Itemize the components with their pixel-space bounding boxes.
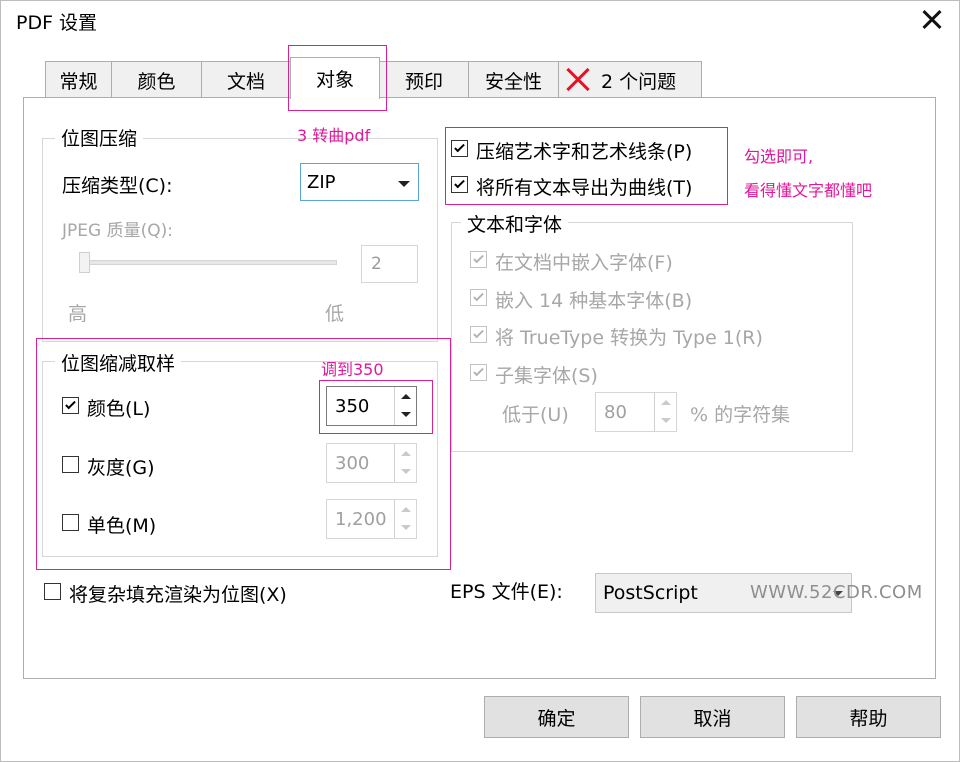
quality-high-label: 高 [68,303,88,325]
tab-document[interactable]: 文档 [201,61,291,98]
checkmark-icon [473,252,484,264]
subset-below-label: 低于(U) [502,404,569,426]
subset-fonts-checkbox[interactable] [470,364,487,381]
tab-color[interactable]: 颜色 [111,61,202,98]
eps-file-value: PostScript [603,582,698,604]
subset-threshold-value: 80 [604,401,627,423]
watermark: WWW.52CDR.COM [750,582,923,603]
subset-threshold-spinner[interactable]: 80 [595,392,677,432]
checkmark-icon [473,327,484,339]
jpeg-quality-slider-track[interactable] [82,260,337,265]
check-annotation-line1: 勾选即可, [744,147,814,166]
complex-fill-label: 将复杂填充渲染为位图(X) [69,584,287,606]
dialog-title: PDF 设置 [16,12,98,34]
help-button[interactable]: 帮助 [796,696,941,738]
spin-up-icon[interactable] [655,393,677,412]
close-icon[interactable] [914,2,950,38]
chevron-down-icon [398,181,410,187]
jpeg-quality-label: JPEG 质量(Q): [62,221,173,241]
cancel-button[interactable]: 取消 [640,696,785,738]
error-x-icon [563,66,591,94]
embed-base14-label: 嵌入 14 种基本字体(B) [495,290,693,312]
checkmark-icon [473,290,484,302]
jpeg-quality-value: 2 [371,254,382,274]
embed-base14-checkbox[interactable] [470,289,487,306]
tab-security[interactable]: 安全性 [468,61,559,98]
jpeg-quality-slider-thumb[interactable] [79,252,90,273]
complex-fill-checkbox[interactable] [44,583,61,600]
tab-general[interactable]: 常规 [45,61,112,98]
text-options-highlight [445,127,728,205]
eps-file-label: EPS 文件(E): [450,581,563,603]
bitmap-compression-title: 位图压缩 [55,124,144,151]
downsample-highlight [36,338,451,570]
truetype-to-type1-checkbox[interactable] [470,326,487,343]
check-annotation-line2: 看得懂文字都懂吧 [744,181,873,200]
tab-issues-label: 2 个问题 [601,70,677,93]
color-spinner-highlight [319,380,433,434]
tab-prepress[interactable]: 预印 [379,61,469,98]
subset-fonts-label: 子集字体(S) [495,365,598,387]
truetype-to-type1-label: 将 TrueType 转换为 Type 1(R) [495,327,763,349]
spin-down-icon[interactable] [655,412,677,431]
embed-fonts-label: 在文档中嵌入字体(F) [495,252,673,274]
jpeg-quality-input[interactable]: 2 [361,245,418,283]
subset-percent-label: % 的字符集 [690,404,791,426]
tab-issues[interactable]: 2 个问题 [558,61,702,98]
set350-annotation: 调到350 [321,360,384,379]
fonts-group-title: 文本和字体 [461,210,569,237]
step3-annotation: 3 转曲pdf [297,126,371,145]
objects-tab-highlight [288,45,387,111]
compression-type-value: ZIP [307,171,336,193]
quality-low-label: 低 [325,303,345,325]
compression-type-select[interactable]: ZIP [300,163,419,201]
compression-type-label: 压缩类型(C): [62,175,173,197]
embed-fonts-checkbox[interactable] [470,251,487,268]
ok-button[interactable]: 确定 [484,696,629,738]
checkmark-icon [473,365,484,377]
